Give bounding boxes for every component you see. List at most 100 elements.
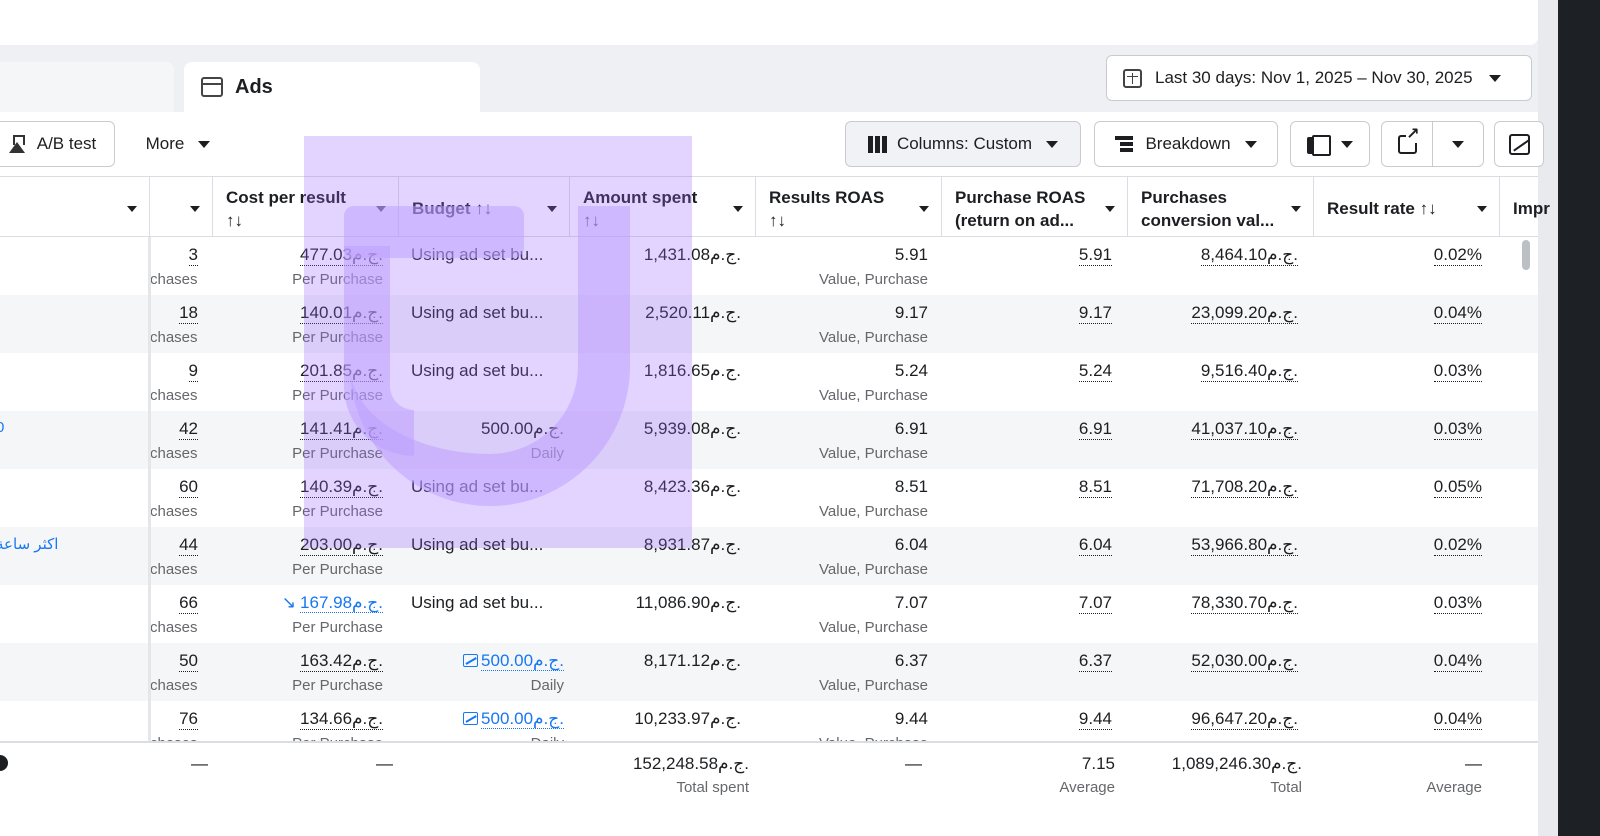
table-row[interactable]: 3 chases 477.03ج.م. Per Purchase Using ad se…: [0, 237, 1538, 295]
header-name[interactable]: [0, 177, 150, 236]
budget-value[interactable]: Using ad set bu...: [411, 303, 543, 323]
header-amount-spent[interactable]: Amount spent ↑↓: [570, 177, 756, 236]
budget-value[interactable]: 500.00ج.م.: [481, 651, 564, 671]
table-row[interactable]: 60 chases 140.39ج.م. Per Purchase Using ad s…: [0, 469, 1538, 527]
purchase-roas-value[interactable]: 7.07: [1078, 593, 1112, 614]
result-rate-value[interactable]: 0.05%: [1433, 477, 1482, 498]
results-roas-sub: Value, Purchase: [819, 561, 928, 578]
budget-value[interactable]: Using ad set bu...: [411, 535, 543, 555]
conversion-value[interactable]: 78,330.70ج.م.: [1191, 593, 1298, 614]
results-value[interactable]: 66: [179, 593, 198, 614]
table-row[interactable]: 66 chases ↘ 167.98ج.م. Per Purchase Using ad …: [0, 585, 1538, 643]
cost-per-result-value[interactable]: 140.39ج.م.: [300, 477, 383, 498]
header-results-roas[interactable]: Results ROAS ↑↓: [756, 177, 942, 236]
reports-button[interactable]: [1290, 121, 1370, 167]
results-value[interactable]: 60: [179, 477, 198, 498]
purchase-roas-value[interactable]: 9.44: [1078, 709, 1112, 730]
amount-spent-value: 1,816.65ج.م.: [643, 361, 741, 380]
header-result-rate[interactable]: Result rate ↑↓: [1314, 177, 1500, 236]
header-results-roas-label: Results ROAS: [769, 188, 885, 207]
header-purchases-conversion-value[interactable]: Purchases conversion val...: [1128, 177, 1314, 236]
ad-name-link[interactable]: 0: [0, 419, 4, 436]
cost-per-result-value[interactable]: 203.00ج.م.: [300, 535, 383, 556]
result-rate-value[interactable]: 0.04%: [1433, 651, 1482, 672]
chevron-down-icon: [1341, 140, 1353, 148]
conversion-value[interactable]: 23,099.20ج.م.: [1191, 303, 1298, 324]
header-results[interactable]: [150, 177, 213, 236]
cost-per-result-value[interactable]: 163.42ج.م.: [300, 651, 383, 672]
table-row[interactable]: 0 42 chases 141.41ج.م. Per Purchase 500.00ج.م…: [0, 411, 1538, 469]
conversion-value[interactable]: 41,037.10ج.م.: [1191, 419, 1298, 440]
more-label: More: [145, 134, 185, 153]
results-value[interactable]: 42: [179, 419, 198, 440]
sort-icon[interactable]: ↑↓: [769, 211, 786, 230]
table-row[interactable]: 9 chases 201.85ج.م. Per Purchase Using ad se…: [0, 353, 1538, 411]
info-icon[interactable]: [0, 755, 8, 771]
tab-ad-sets[interactable]: [0, 62, 174, 112]
budget-value[interactable]: 500.00ج.م.: [481, 709, 564, 729]
budget-value[interactable]: Using ad set bu...: [411, 477, 543, 497]
table-row[interactable]: اكثر ساعة 44 chases 203.00ج.م. Per Purchase U…: [0, 527, 1538, 585]
budget-value[interactable]: Using ad set bu...: [411, 361, 543, 381]
sort-icon[interactable]: ↑↓: [226, 211, 243, 230]
purchase-roas-value[interactable]: 9.17: [1078, 303, 1112, 324]
sort-icon[interactable]: ↑↓: [1420, 199, 1437, 218]
purchase-roas-value[interactable]: 5.91: [1078, 245, 1112, 266]
breakdown-button[interactable]: Breakdown: [1094, 121, 1278, 167]
budget-value[interactable]: Using ad set bu...: [411, 245, 543, 265]
table-row[interactable]: 50 chases 163.42ج.م. Per Purchase 500.00ج.م.…: [0, 643, 1538, 701]
conversion-value[interactable]: 9,516.40ج.م.: [1200, 361, 1298, 382]
ad-name-link[interactable]: اكثر ساعة: [0, 535, 58, 553]
result-rate-value[interactable]: 0.03%: [1433, 593, 1482, 614]
purchase-roas-value[interactable]: 8.51: [1078, 477, 1112, 498]
footer-cost-per-result: —: [376, 754, 393, 773]
conversion-value[interactable]: 52,030.00ج.م.: [1191, 651, 1298, 672]
results-value[interactable]: 3: [188, 245, 198, 266]
table-row[interactable]: 18 chases 140.01ج.م. Per Purchase Using ad s…: [0, 295, 1538, 353]
results-value[interactable]: 76: [179, 709, 198, 730]
sort-icon[interactable]: ↑↓: [583, 211, 600, 230]
results-roas-value: 9.17: [894, 303, 928, 322]
date-range-button[interactable]: Last 30 days: Nov 1, 2025 – Nov 30, 2025: [1106, 55, 1532, 101]
purchase-roas-value[interactable]: 6.91: [1078, 419, 1112, 440]
results-value[interactable]: 44: [179, 535, 198, 556]
ads-icon: [201, 77, 223, 97]
results-value[interactable]: 18: [179, 303, 198, 324]
conversion-value[interactable]: 71,708.20ج.م.: [1191, 477, 1298, 498]
result-rate-value[interactable]: 0.02%: [1433, 245, 1482, 266]
conversion-value[interactable]: 96,647.20ج.م.: [1191, 709, 1298, 730]
results-value[interactable]: 9: [188, 361, 198, 382]
header-impressions[interactable]: Impr: [1500, 177, 1560, 236]
header-purchase-roas[interactable]: Purchase ROAS (return on ad...: [942, 177, 1128, 236]
result-rate-value[interactable]: 0.03%: [1433, 419, 1482, 440]
result-rate-value[interactable]: 0.04%: [1433, 709, 1482, 730]
result-rate-value[interactable]: 0.02%: [1433, 535, 1482, 556]
table-scrollbar[interactable]: [1522, 240, 1530, 270]
purchase-roas-value[interactable]: 6.37: [1078, 651, 1112, 672]
purchase-roas-value[interactable]: 5.24: [1078, 361, 1112, 382]
export-menu-button[interactable]: [1432, 121, 1484, 167]
cost-per-result-value[interactable]: 141.41ج.م.: [300, 419, 383, 440]
results-value[interactable]: 50: [179, 651, 198, 672]
columns-button[interactable]: Columns: Custom: [845, 121, 1081, 167]
cost-per-result-value[interactable]: 140.01ج.م.: [300, 303, 383, 324]
header-cost-per-result[interactable]: Cost per result ↑↓: [213, 177, 399, 236]
cost-per-result-value[interactable]: 134.66ج.م.: [300, 709, 383, 730]
purchase-roas-value[interactable]: 6.04: [1078, 535, 1112, 556]
header-budget[interactable]: Budget ↑↓: [399, 177, 570, 236]
conversion-value[interactable]: 8,464.10ج.م.: [1200, 245, 1298, 266]
cost-per-result-value[interactable]: 201.85ج.م.: [300, 361, 383, 382]
sort-icon[interactable]: ↑↓: [475, 199, 492, 218]
result-rate-value[interactable]: 0.03%: [1433, 361, 1482, 382]
conversion-value[interactable]: 53,966.80ج.م.: [1191, 535, 1298, 556]
export-button[interactable]: [1381, 121, 1433, 167]
more-button[interactable]: More: [128, 121, 228, 167]
ab-test-button[interactable]: A/B test: [0, 121, 115, 167]
cost-per-result-value[interactable]: 167.98ج.م.: [300, 593, 383, 613]
tab-ads[interactable]: Ads: [184, 62, 480, 112]
charts-button[interactable]: [1494, 121, 1544, 167]
budget-value[interactable]: Using ad set bu...: [411, 593, 543, 613]
budget-value[interactable]: 500.00ج.م.: [481, 419, 564, 439]
cost-per-result-value[interactable]: 477.03ج.م.: [300, 245, 383, 266]
result-rate-value[interactable]: 0.04%: [1433, 303, 1482, 324]
